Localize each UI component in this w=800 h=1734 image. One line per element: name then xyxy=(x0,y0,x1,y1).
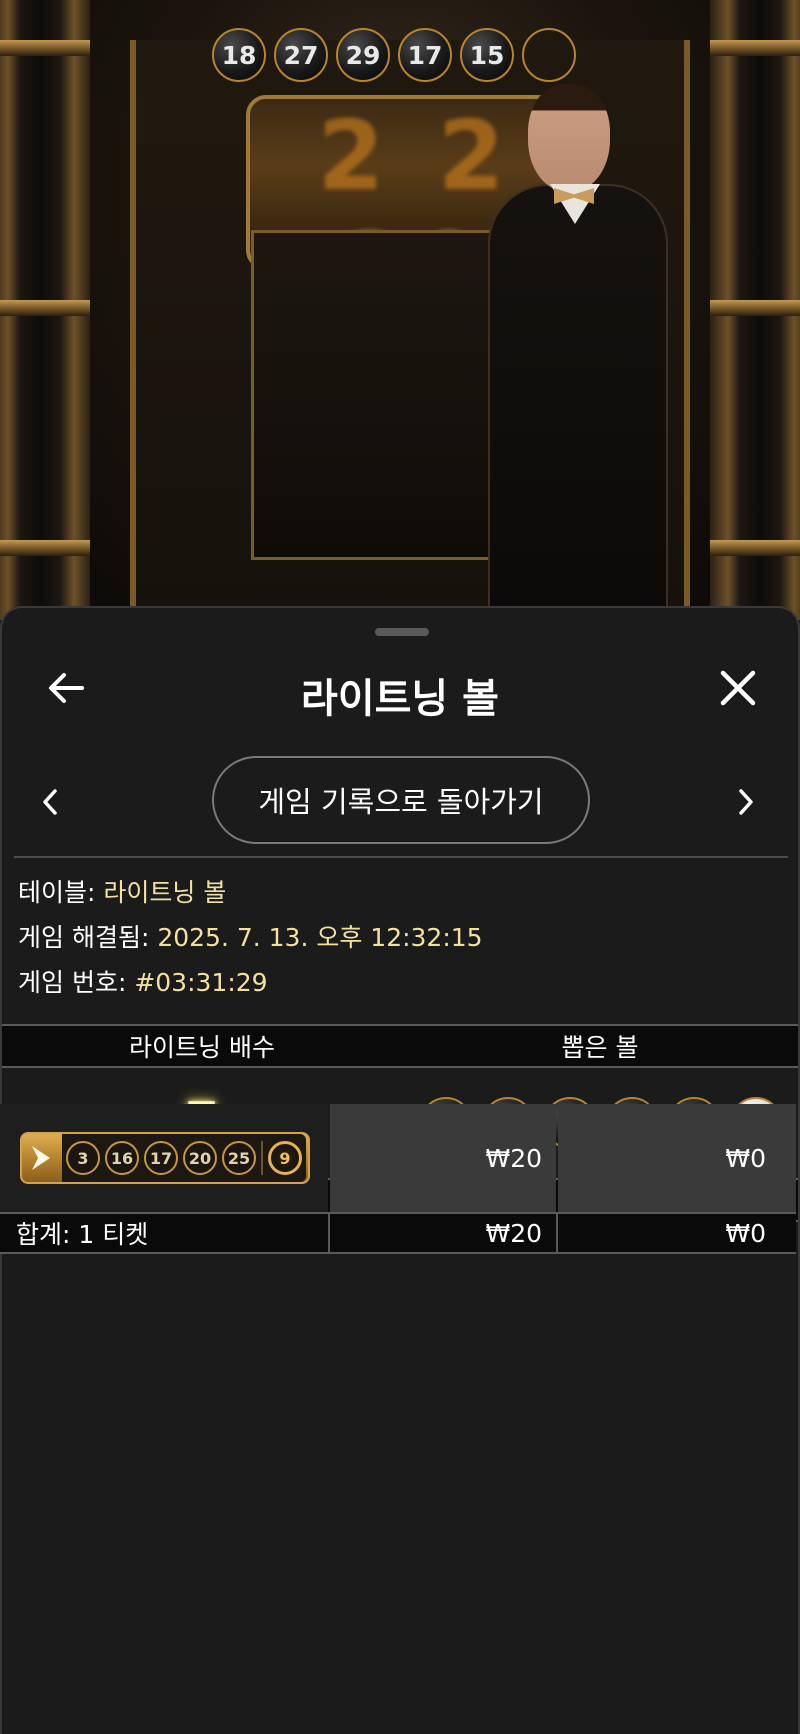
divider xyxy=(14,856,788,858)
bet-cell: ₩20 xyxy=(330,1104,556,1212)
total-payout: ₩0 xyxy=(725,1218,766,1248)
chevron-left-icon xyxy=(43,789,57,815)
results-header: 라이트닝 배수 뽑은 볼 xyxy=(2,1024,798,1068)
previous-game-button[interactable] xyxy=(28,780,72,824)
ticket-expand-icon xyxy=(22,1134,60,1182)
sheet-header: 라이트닝 볼 xyxy=(2,648,798,728)
ticket-ball: 17 xyxy=(144,1141,178,1175)
info-resolved-label: 게임 해결됨: xyxy=(18,923,158,952)
multiplier-header: 라이트닝 배수 xyxy=(129,1033,275,1062)
ticket-bonus-ball: 9 xyxy=(268,1141,302,1175)
ticket-cell: 3 16 17 20 25 9 xyxy=(0,1104,328,1212)
ticket-ball: 20 xyxy=(183,1141,217,1175)
info-table-label: 테이블: xyxy=(18,878,104,907)
total-bet: ₩20 xyxy=(485,1218,542,1248)
info-resolved-row: 게임 해결됨: 2025. 7. 13. 오후 12:32:15 xyxy=(18,915,778,960)
table-row: 3 16 17 20 25 9 ₩20 ₩0 xyxy=(0,1104,796,1212)
ticket-ball: 16 xyxy=(105,1141,139,1175)
next-game-button[interactable] xyxy=(724,780,768,824)
info-game-number-row: 게임 번호: #03:31:29 xyxy=(18,960,778,1005)
left-pillar xyxy=(0,0,90,620)
lottery-ticket[interactable]: 3 16 17 20 25 9 xyxy=(20,1132,310,1184)
drawn-balls-header: 뽑은 볼 xyxy=(561,1033,639,1062)
game-navigation: 게임 기록으로 돌아가기 xyxy=(2,756,798,846)
live-video-stream: 2 2 20 18 27 29 17 15 xyxy=(0,0,800,620)
live-ball: 29 xyxy=(336,28,390,82)
live-ball: 27 xyxy=(274,28,328,82)
live-drawn-balls: 18 27 29 17 15 xyxy=(212,28,576,82)
info-table-value: 라이트닝 볼 xyxy=(103,878,227,907)
info-game-number-value: #03:31:29 xyxy=(134,968,268,997)
sheet-title: 라이트닝 볼 xyxy=(301,676,499,722)
back-to-history-button[interactable]: 게임 기록으로 돌아가기 xyxy=(212,756,590,844)
live-ball: 18 xyxy=(212,28,266,82)
bet-amount: ₩20 xyxy=(485,1143,542,1173)
live-ball: 17 xyxy=(398,28,452,82)
chevron-right-icon xyxy=(739,789,753,815)
game-info: 테이블: 라이트닝 볼 게임 해결됨: 2025. 7. 13. 오후 12:3… xyxy=(18,870,778,1005)
payout-cell: ₩0 xyxy=(558,1104,796,1212)
info-resolved-value: 2025. 7. 13. 오후 12:32:15 xyxy=(157,923,483,952)
payout-amount: ₩0 xyxy=(725,1143,766,1173)
ticket-ball: 3 xyxy=(66,1141,100,1175)
live-ball-empty-slot xyxy=(522,28,576,82)
ticket-ball: 25 xyxy=(222,1141,256,1175)
sheet-grabber[interactable] xyxy=(375,628,429,636)
live-ball: 15 xyxy=(460,28,514,82)
info-table-row: 테이블: 라이트닝 볼 xyxy=(18,870,778,915)
total-label: 합계: 1 티켓 xyxy=(16,1220,149,1249)
ticket-separator xyxy=(261,1141,263,1175)
info-game-number-label: 게임 번호: xyxy=(18,968,135,997)
total-row: 합계: 1 티켓 ₩20 ₩0 xyxy=(0,1212,796,1254)
close-x-icon xyxy=(720,670,756,706)
ticket-numbers: 3 16 17 20 25 9 xyxy=(62,1134,306,1182)
close-button[interactable] xyxy=(708,658,768,718)
presenter xyxy=(488,64,668,620)
right-pillar xyxy=(710,0,800,620)
